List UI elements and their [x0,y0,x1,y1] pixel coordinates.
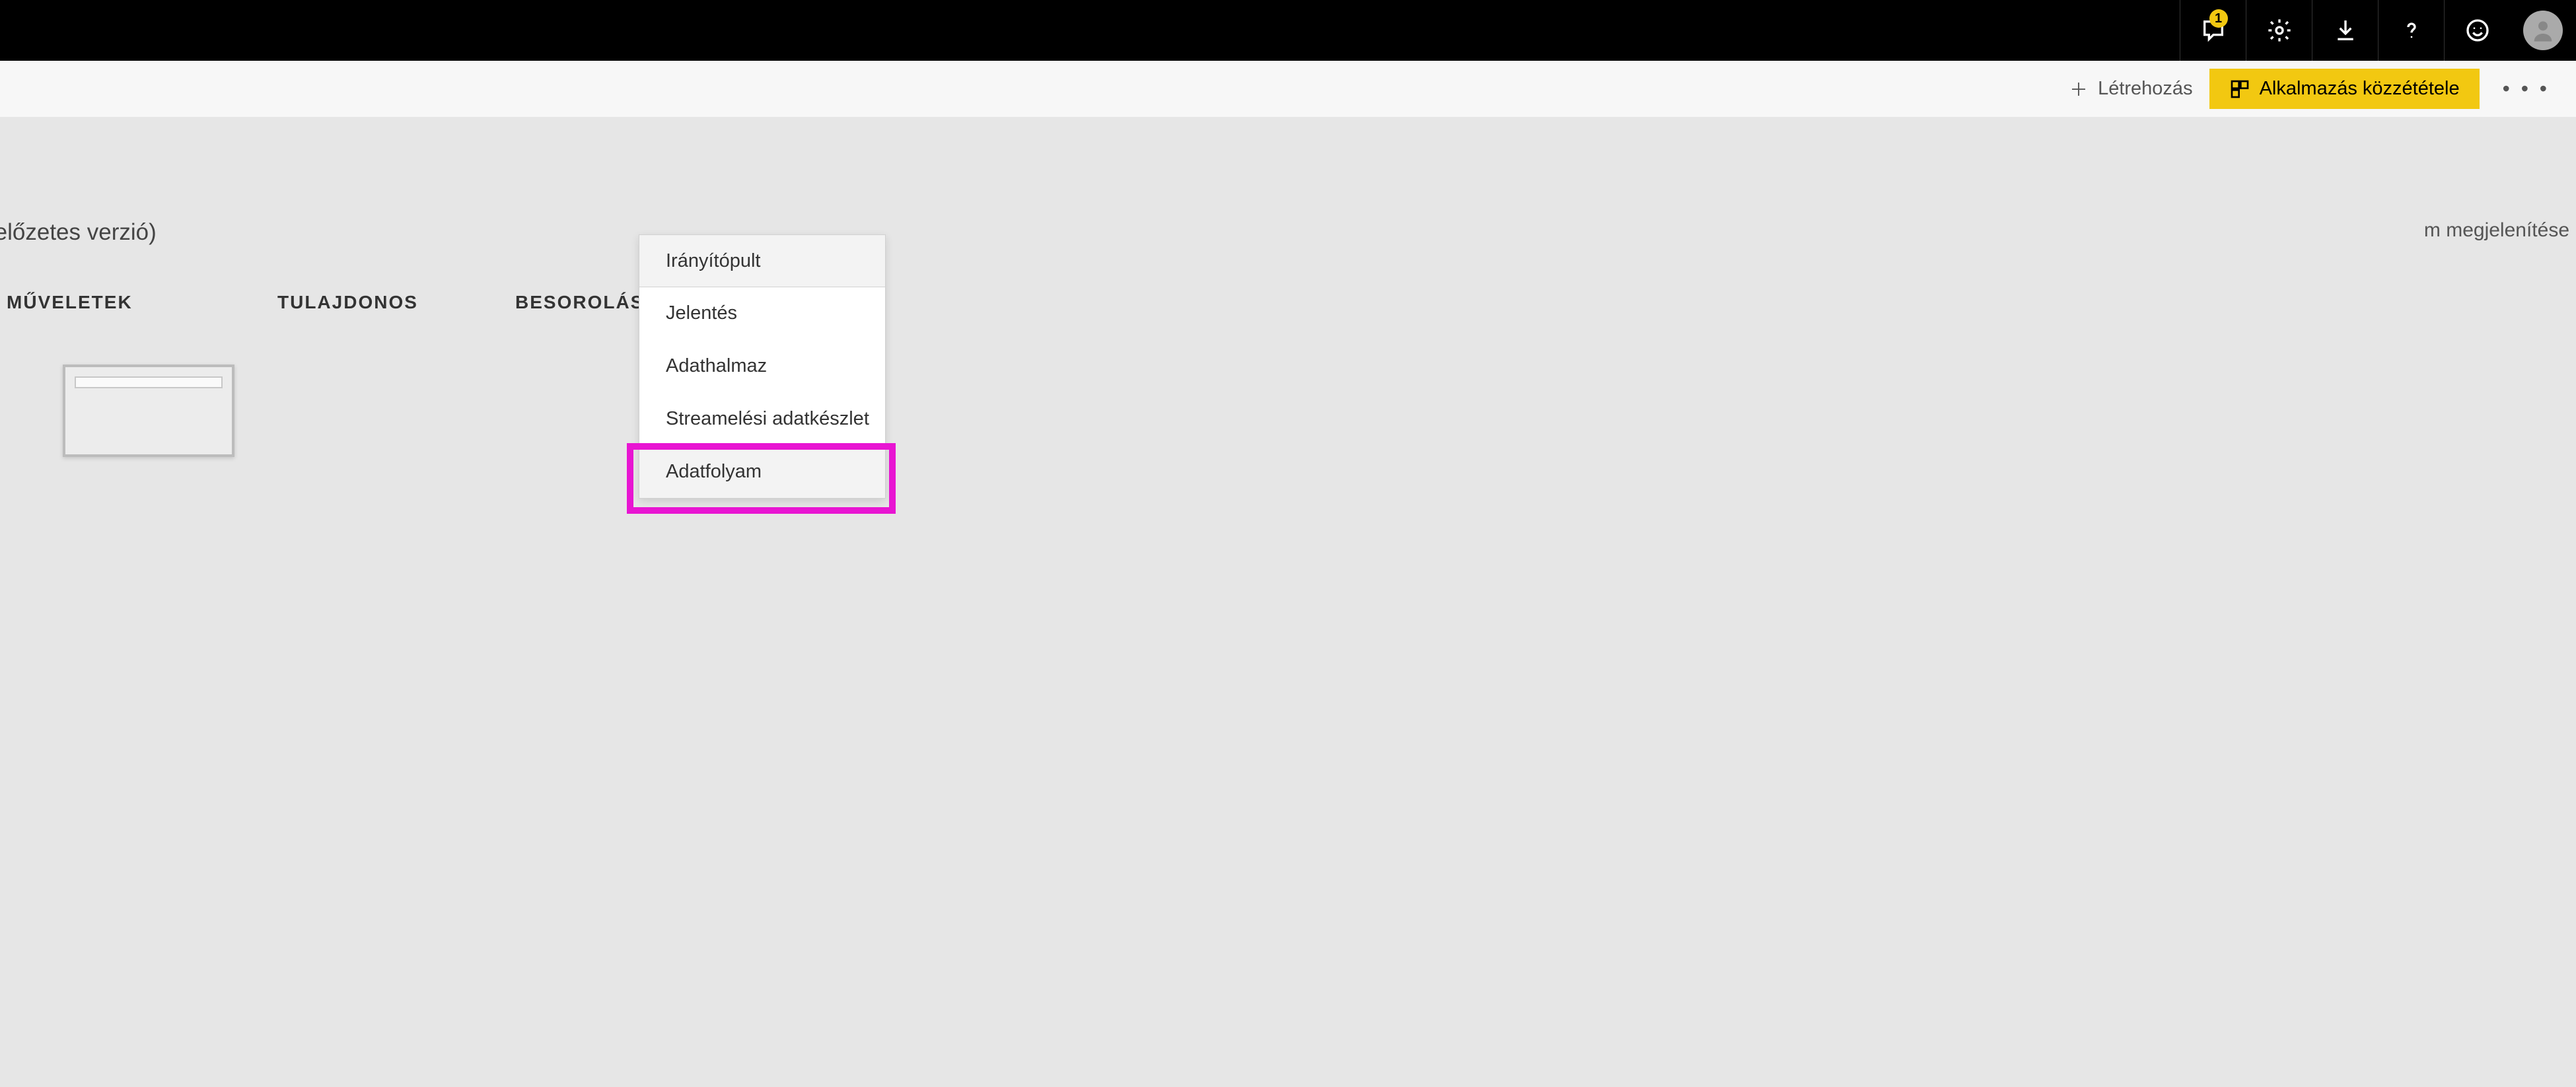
menu-item-dashboard[interactable]: Irányítópult [639,234,886,287]
menu-item-streaming[interactable]: Streamelési adatkészlet [639,392,885,445]
plus-icon [2069,79,2089,99]
col-owner-header: TULAJDONOS [277,292,515,313]
menu-item-dataset[interactable]: Adathalmaz [639,339,885,392]
help-button[interactable] [2378,0,2444,61]
col-actions-header: MŰVELETEK [7,292,277,313]
download-icon [2332,17,2359,44]
workspace-toolbar: Létrehozás Alkalmazás közzététele • • • [0,61,2576,117]
more-options-button[interactable]: • • • [2496,77,2556,101]
account-button[interactable] [2510,0,2576,61]
col-classification-header: BESOROLÁS [515,292,647,313]
side-toggle-label-cropped: m megjelenítése [2424,219,2569,242]
publish-label: Alkalmazás közzététele [2260,78,2460,100]
settings-button[interactable] [2246,0,2312,61]
smile-icon [2464,17,2491,44]
help-icon [2398,17,2425,44]
download-button[interactable] [2312,0,2378,61]
create-dropdown: Irányítópult Jelentés Adathalmaz Streame… [639,234,886,499]
menu-item-dataflow[interactable]: Adatfolyam [639,445,885,498]
notifications-button[interactable]: 1 [2180,0,2246,61]
feedback-button[interactable] [2444,0,2510,61]
column-headers: MŰVELETEK TULAJDONOS BESOROLÁS [0,292,2576,313]
global-top-bar: 1 [0,0,2576,61]
subtitle-cropped: (előzetes verzió) [0,219,157,246]
avatar [2523,11,2563,50]
create-label: Létrehozás [2098,78,2193,100]
person-icon [2530,17,2556,44]
content-item-thumbnail[interactable] [63,365,234,457]
gear-icon [2266,17,2293,44]
app-icon [2229,79,2250,100]
topbar-spacer [0,0,2180,61]
publish-app-button[interactable]: Alkalmazás közzététele [2209,69,2480,109]
notification-badge: 1 [2209,9,2228,28]
menu-item-report[interactable]: Jelentés [639,287,885,339]
create-button[interactable]: Létrehozás [2069,78,2193,100]
workspace-content: (előzetes verzió) m megjelenítése MŰVELE… [0,117,2576,1087]
